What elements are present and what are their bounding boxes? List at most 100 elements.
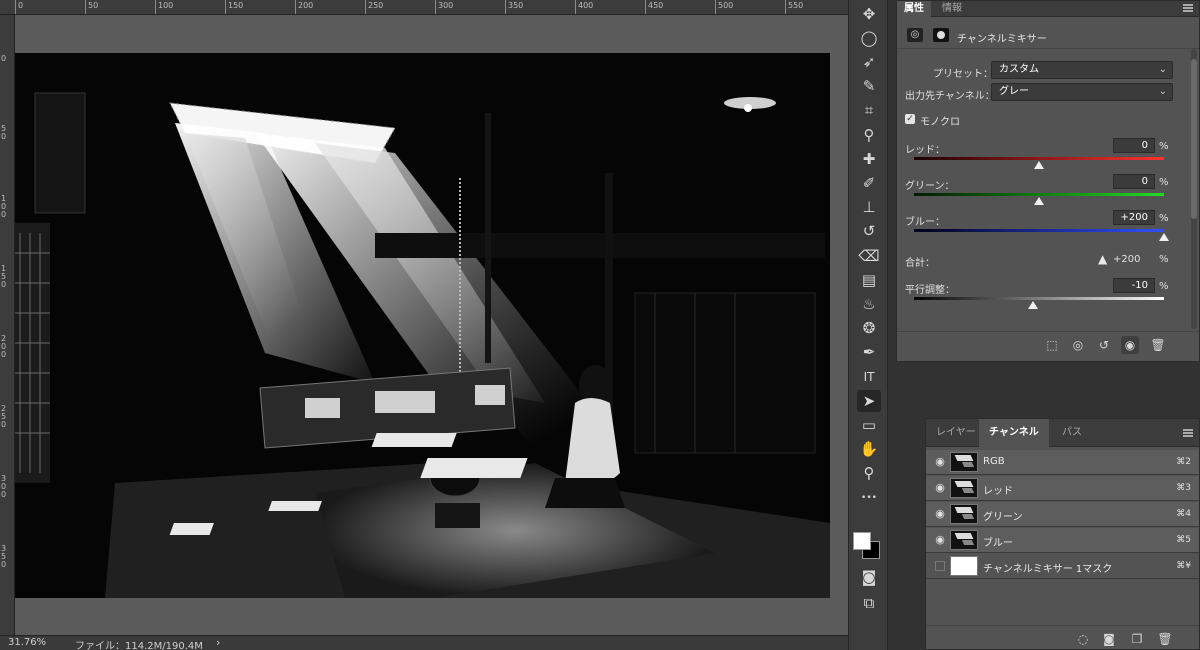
blue-slider-thumb[interactable]: [1159, 233, 1169, 241]
ruler-tick: [435, 0, 436, 14]
output-channel-select[interactable]: グレー ⌄: [991, 83, 1173, 101]
preset-select[interactable]: カスタム ⌄: [991, 61, 1173, 79]
channel-shortcut: ⌘4: [1176, 509, 1191, 519]
top-ruler[interactable]: 0 50 100 150 200 250 300 350 400 450 500 550: [0, 0, 848, 15]
view-previous-icon[interactable]: ◎: [1069, 336, 1087, 354]
channel-thumbnail: [950, 452, 978, 472]
tab-properties[interactable]: 属性: [897, 1, 931, 17]
tab-paths[interactable]: パス: [1052, 419, 1092, 447]
ruler-tick: [645, 0, 646, 14]
red-slider-track[interactable]: [914, 157, 1164, 160]
blue-value-input[interactable]: +200: [1113, 210, 1155, 225]
ruler-tick-label: 550: [788, 1, 804, 10]
ruler-tick-label: 350: [1, 544, 7, 569]
constant-slider-thumb[interactable]: [1027, 301, 1038, 309]
blur-tool[interactable]: ♨: [857, 293, 881, 315]
channel-row-rgb[interactable]: ◉ RGB ⌘2: [926, 450, 1199, 475]
ruler-tick: [295, 0, 296, 14]
quick-select-icon: ✎: [862, 77, 876, 96]
ruler-tick: [505, 0, 506, 14]
tab-info[interactable]: 情報: [935, 1, 969, 17]
channel-shortcut: ⌘5: [1176, 535, 1191, 545]
history-brush-tool[interactable]: ↺: [857, 221, 881, 243]
channel-row-red[interactable]: ◉ レッド ⌘3: [926, 476, 1199, 501]
blue-slider-track[interactable]: [914, 229, 1164, 232]
green-value-input[interactable]: 0: [1113, 174, 1155, 189]
trash-icon[interactable]: 🗑: [1149, 336, 1167, 354]
eye-icon[interactable]: ◉: [933, 507, 947, 521]
green-slider-track[interactable]: [914, 193, 1164, 196]
panel-menu-icon[interactable]: [1183, 4, 1193, 12]
panel-menu-icon[interactable]: [1183, 429, 1193, 437]
quick-mask-button[interactable]: ◙: [857, 566, 881, 588]
foreground-color-swatch[interactable]: [853, 532, 871, 550]
ruler-tick-label: 500: [718, 1, 734, 10]
eyedropper-tool[interactable]: ⚲: [857, 124, 881, 146]
channel-shortcut: ⌘3: [1176, 483, 1191, 493]
crop-icon: ⌗: [864, 101, 874, 120]
gradient-tool[interactable]: ▤: [857, 269, 881, 291]
screen-mode-button[interactable]: ⧉: [857, 592, 881, 614]
tab-layers[interactable]: レイヤー: [926, 419, 986, 447]
eye-icon[interactable]: ◉: [933, 455, 947, 469]
output-channel-label: 出力先チャンネル：: [905, 91, 995, 102]
type-tool[interactable]: IT: [857, 366, 881, 388]
ruler-tick: [365, 0, 366, 14]
channel-shortcut: ⌘¥: [1176, 561, 1191, 571]
status-menu-arrow-icon[interactable]: ›: [216, 636, 220, 649]
lasso-tool[interactable]: ➶: [857, 51, 881, 73]
ellipsis-icon: •••: [861, 492, 877, 503]
marquee-tool[interactable]: ◯: [857, 27, 881, 49]
stamp-tool[interactable]: ⊥: [857, 197, 881, 219]
rectangle-tool[interactable]: ▭: [857, 414, 881, 436]
ruler-tick: [85, 0, 86, 14]
constant-slider-track[interactable]: [914, 297, 1164, 300]
quick-select-tool[interactable]: ✎: [857, 76, 881, 98]
chevron-down-icon: ⌄: [1158, 86, 1167, 97]
new-channel-icon[interactable]: ❐: [1128, 630, 1146, 648]
reset-icon[interactable]: ↺: [1095, 336, 1113, 354]
pen-tool[interactable]: ✒: [857, 342, 881, 364]
red-value-input[interactable]: 0: [1113, 138, 1155, 153]
load-selection-icon[interactable]: ◌: [1074, 630, 1092, 648]
ruler-tick: [785, 0, 786, 14]
ruler-tick-label: 250: [368, 1, 384, 10]
red-slider-thumb[interactable]: [1034, 161, 1044, 169]
monochrome-checkbox[interactable]: ✓: [905, 114, 915, 124]
properties-scrollbar[interactable]: [1191, 49, 1197, 329]
eraser-tool[interactable]: ⌫: [857, 245, 881, 267]
document-canvas[interactable]: [15, 53, 830, 598]
channel-row-green[interactable]: ◉ グリーン ⌘4: [926, 502, 1199, 527]
move-tool[interactable]: ✥: [857, 3, 881, 25]
eye-icon[interactable]: ◉: [933, 533, 947, 547]
canvas-area[interactable]: [15, 15, 848, 635]
crop-tool[interactable]: ⌗: [857, 100, 881, 122]
delete-channel-icon[interactable]: 🗑: [1156, 630, 1174, 648]
save-selection-icon[interactable]: ◙: [1100, 630, 1118, 648]
more-tools[interactable]: •••: [857, 487, 881, 509]
layer-mask-icon[interactable]: [933, 28, 949, 42]
channel-mixer-icon[interactable]: ◎: [907, 28, 923, 42]
tab-channels[interactable]: チャンネル: [979, 419, 1049, 447]
hand-tool[interactable]: ✋: [857, 439, 881, 461]
channel-row-blue[interactable]: ◉ ブルー ⌘5: [926, 528, 1199, 553]
visibility-eye-icon[interactable]: ◉: [1121, 336, 1139, 354]
brush-tool[interactable]: ✐: [857, 172, 881, 194]
constant-value-input[interactable]: -10: [1113, 278, 1155, 293]
visibility-toggle[interactable]: [935, 561, 945, 571]
properties-panel: 属性 情報 ◎ チャンネルミキサー プリセット： カスタム ⌄ 出力先チャンネル…: [896, 0, 1200, 362]
green-pct-label: %: [1159, 177, 1169, 188]
channel-row-mask[interactable]: チャンネルミキサー 1マスク ⌘¥: [926, 554, 1199, 579]
healing-tool[interactable]: ✚: [857, 148, 881, 170]
clip-to-layer-icon[interactable]: ⬚: [1043, 336, 1061, 354]
left-ruler[interactable]: 0 50 100 150 200 250 300 350: [0, 15, 15, 635]
scrollbar-thumb[interactable]: [1191, 59, 1197, 219]
dodge-tool[interactable]: ❂: [857, 318, 881, 340]
zoom-tool[interactable]: ⚲: [857, 463, 881, 485]
ruler-tick-label: 50: [88, 1, 99, 10]
zoom-level[interactable]: 31.76%: [8, 637, 46, 648]
green-slider-thumb[interactable]: [1034, 197, 1044, 205]
path-select-tool[interactable]: ➤: [857, 390, 881, 413]
eye-icon[interactable]: ◉: [933, 481, 947, 495]
ruler-tick-label: 100: [158, 1, 174, 10]
